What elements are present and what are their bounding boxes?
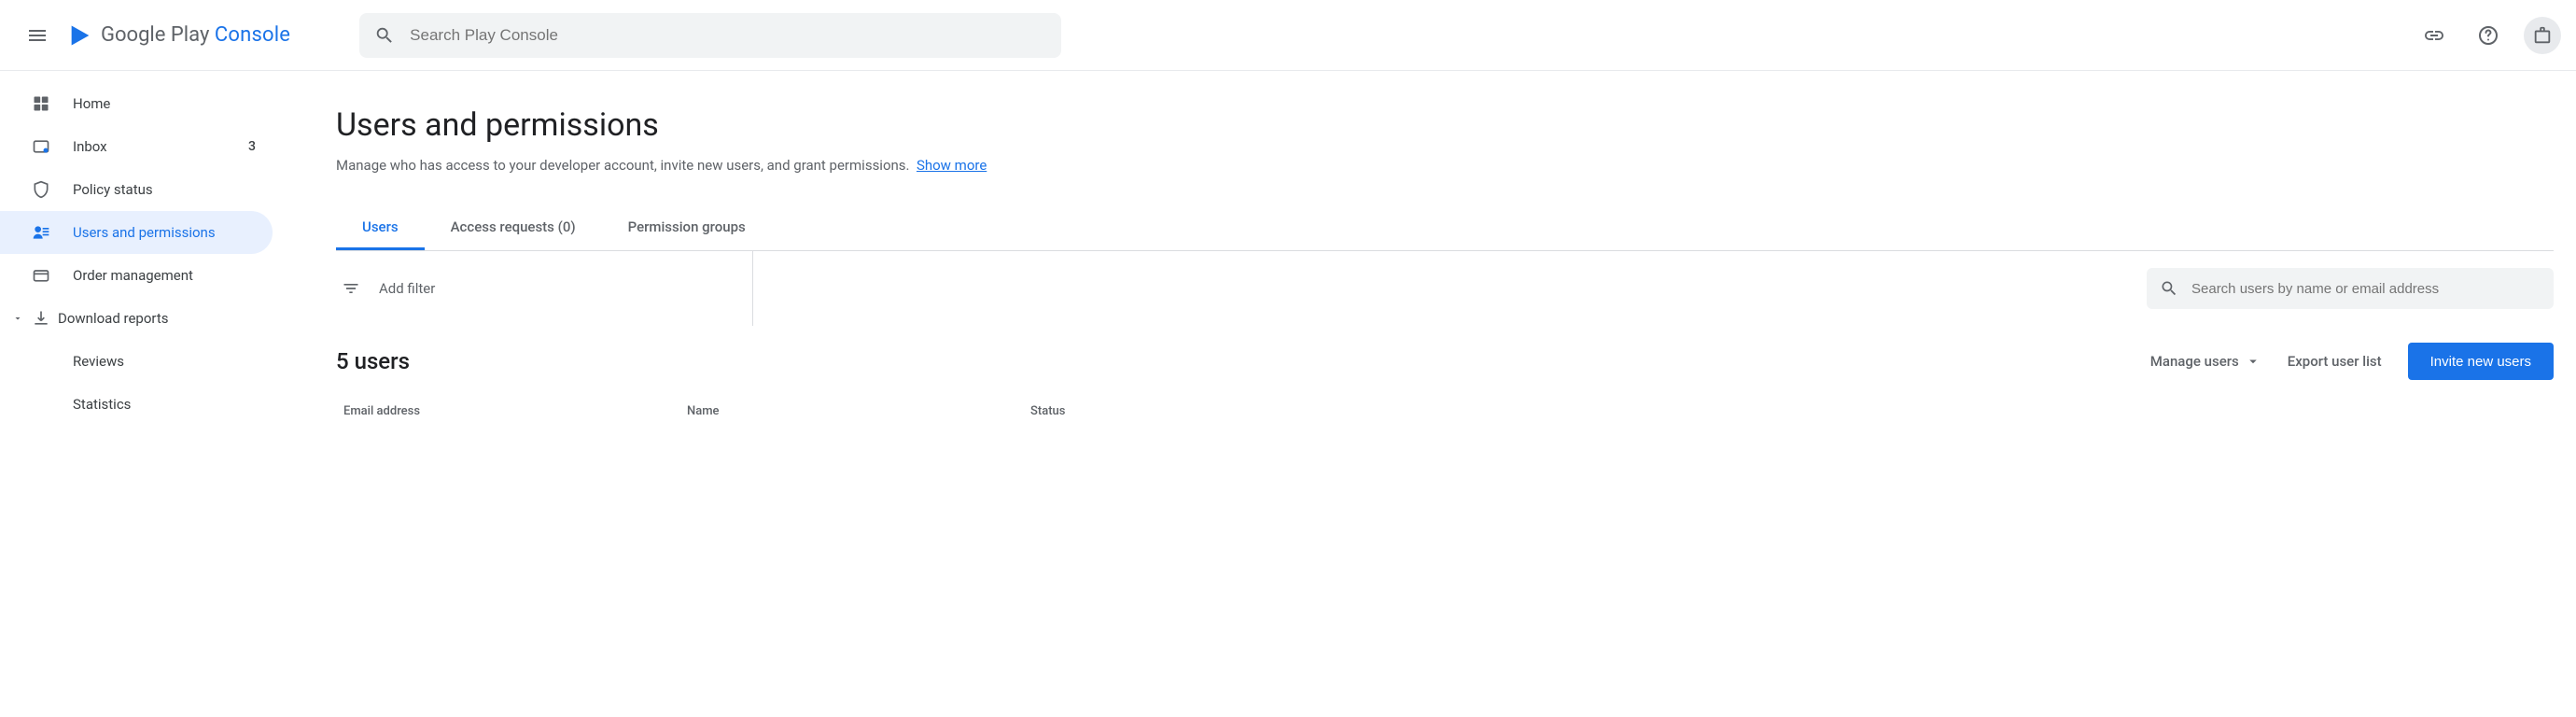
sidebar-item-label: Policy status [73, 181, 256, 198]
menu-button[interactable] [15, 13, 60, 58]
users-icon [30, 221, 52, 244]
store-button[interactable] [2524, 17, 2561, 54]
sidebar-item-reviews[interactable]: Reviews [0, 340, 273, 383]
sidebar-item-label: Download reports [58, 310, 256, 327]
tabs: Users Access requests (0) Permission gro… [336, 205, 2554, 251]
global-search[interactable] [359, 13, 1061, 58]
column-name[interactable]: Name [687, 404, 1030, 418]
manage-users-button[interactable]: Manage users [2150, 353, 2261, 370]
column-email[interactable]: Email address [343, 404, 687, 418]
invite-users-button[interactable]: Invite new users [2408, 343, 2554, 380]
filter-icon [342, 279, 360, 298]
user-search[interactable] [2147, 268, 2554, 309]
sidebar-item-label: Users and permissions [73, 224, 256, 241]
global-search-input[interactable] [410, 26, 1046, 45]
sidebar-item-label: Statistics [73, 396, 256, 413]
link-button[interactable] [2415, 17, 2453, 54]
tab-users[interactable]: Users [336, 205, 425, 250]
sidebar-item-users[interactable]: Users and permissions [0, 211, 273, 254]
user-count-title: 5 users [336, 348, 410, 374]
sidebar-item-policy[interactable]: Policy status [0, 168, 273, 211]
help-icon [2477, 24, 2499, 47]
chevron-down-icon [11, 307, 24, 330]
logo-text: Google Play Console [101, 23, 290, 47]
store-icon [2532, 25, 2553, 46]
export-user-list-button[interactable]: Export user list [2288, 353, 2382, 370]
link-icon [2423, 24, 2445, 47]
user-search-input[interactable] [2191, 281, 2541, 297]
play-logo-icon [67, 22, 93, 49]
inbox-badge: 3 [248, 139, 256, 154]
inbox-icon [30, 135, 52, 158]
sidebar-item-downloads[interactable]: Download reports [0, 297, 273, 340]
tab-access-requests[interactable]: Access requests (0) [425, 205, 602, 250]
sidebar-item-label: Inbox [73, 138, 228, 155]
column-status[interactable]: Status [1030, 404, 2554, 418]
sidebar-item-statistics[interactable]: Statistics [0, 383, 273, 426]
card-icon [30, 264, 52, 287]
add-filter-button[interactable]: Add filter [336, 279, 435, 298]
help-button[interactable] [2470, 17, 2507, 54]
dashboard-icon [30, 92, 52, 115]
download-icon [30, 307, 52, 330]
main-content: Users and permissions Manage who has acc… [280, 71, 2576, 717]
sidebar-item-inbox[interactable]: Inbox 3 [0, 125, 273, 168]
page-subtitle: Manage who has access to your developer … [336, 157, 2554, 174]
search-icon [374, 25, 395, 46]
logo[interactable]: Google Play Console [67, 22, 290, 49]
table-header: Email address Name Status [336, 404, 2554, 418]
add-filter-label: Add filter [379, 280, 435, 297]
sidebar-item-orders[interactable]: Order management [0, 254, 273, 297]
sidebar: Home Inbox 3 Policy status Users and per… [0, 71, 280, 717]
show-more-link[interactable]: Show more [917, 157, 987, 174]
shield-icon [30, 178, 52, 201]
chevron-down-icon [2245, 353, 2261, 370]
sidebar-item-label: Reviews [73, 353, 256, 370]
search-icon [2160, 279, 2178, 298]
divider [752, 251, 753, 326]
tab-permission-groups[interactable]: Permission groups [602, 205, 772, 250]
sidebar-item-label: Home [73, 95, 256, 112]
page-title: Users and permissions [336, 106, 2554, 144]
sidebar-item-home[interactable]: Home [0, 82, 273, 125]
sidebar-item-label: Order management [73, 267, 256, 284]
hamburger-icon [26, 24, 49, 47]
